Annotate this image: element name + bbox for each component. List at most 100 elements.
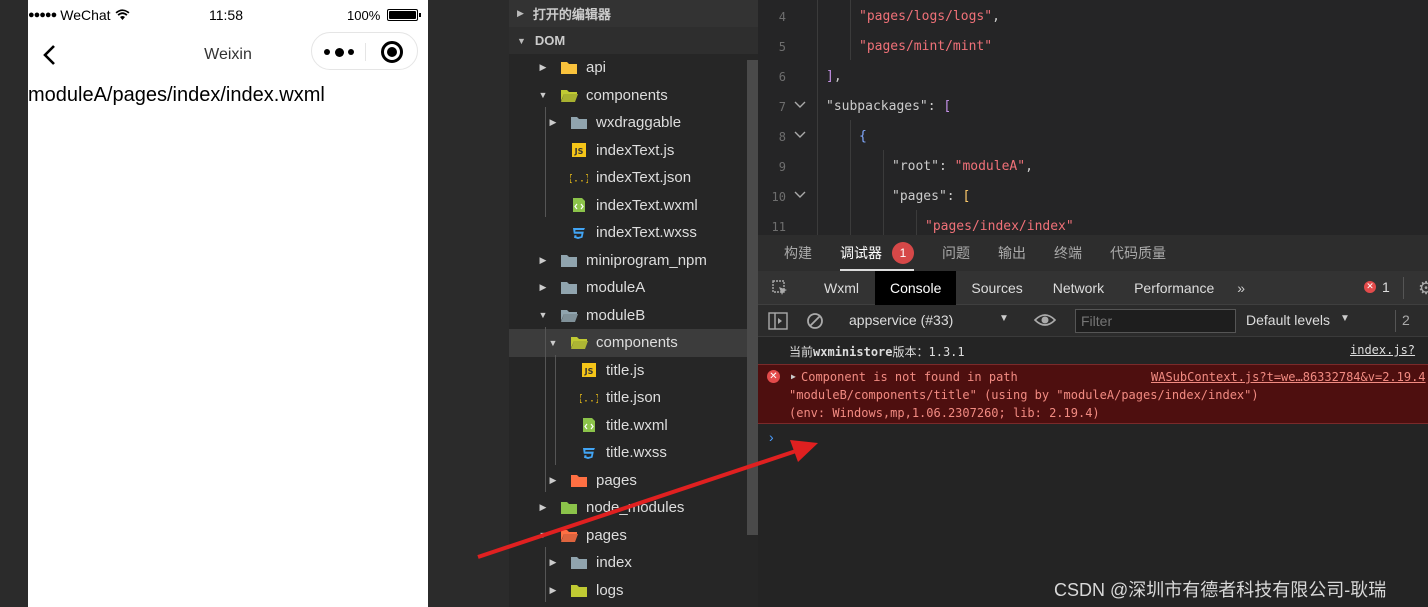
expanded-chevron-icon[interactable]: ▼ xyxy=(546,338,560,348)
tree-item[interactable]: ▶ miniprogram_npm xyxy=(509,247,758,275)
divider xyxy=(1395,310,1396,332)
tree-item[interactable]: ▶ api xyxy=(509,54,758,82)
tree-item[interactable]: ▶JStitle.js xyxy=(509,357,758,385)
collapsed-chevron-icon[interactable]: ▶ xyxy=(546,557,560,568)
code-editor[interactable]: 4 "pages/logs/logs", 5 "pages/mint/mint" 6],… xyxy=(758,0,1428,235)
tree-item[interactable]: ▶ logs xyxy=(509,577,758,605)
code-text: "root": "moduleA", xyxy=(892,159,1033,174)
carrier-name: WeChat xyxy=(60,7,111,23)
expanded-chevron-icon[interactable]: ▼ xyxy=(536,530,550,540)
indent-guide xyxy=(817,90,818,120)
code-line: 11 "pages/index/index" xyxy=(758,210,1428,235)
collapsed-chevron-icon[interactable]: ▶ xyxy=(536,282,550,293)
tree-item[interactable]: ▶{..}indexText.json xyxy=(509,164,758,192)
console-filter-input[interactable] xyxy=(1075,309,1236,333)
clear-console-icon[interactable] xyxy=(805,311,825,331)
collapsed-chevron-icon[interactable]: ▶ xyxy=(546,585,560,596)
dropdown-arrow-icon[interactable]: ▼ xyxy=(999,313,1009,324)
tree-item[interactable]: ▶indexText.wxss xyxy=(509,219,758,247)
panel-tab[interactable]: 终端 xyxy=(1054,235,1082,271)
devtools-tab[interactable]: Performance xyxy=(1119,271,1229,305)
collapsed-chevron-icon[interactable]: ▶ xyxy=(546,475,560,486)
settings-gear-icon[interactable]: ⚙ xyxy=(1418,278,1428,299)
tree-item[interactable]: ▶ wxdraggable xyxy=(509,109,758,137)
panel-tab[interactable]: 构建 xyxy=(784,235,812,271)
more-icon[interactable] xyxy=(324,45,354,59)
console-log-row: 当前wxministore版本：1.3.1 index.js? xyxy=(758,338,1428,364)
tree-item[interactable]: ▼ components xyxy=(509,82,758,110)
panel-tab[interactable]: 调试器 1 xyxy=(840,235,914,271)
line-number: 8 xyxy=(778,130,786,144)
collapsed-chevron-icon[interactable]: ▶ xyxy=(536,502,550,513)
expand-triangle-icon[interactable]: ▶ xyxy=(791,372,796,381)
tree-item[interactable]: ▼ moduleB xyxy=(509,302,758,330)
collapsed-chevron-icon[interactable]: ▶ xyxy=(536,62,550,73)
log-source-link[interactable]: index.js? xyxy=(1350,343,1415,357)
code-token: { xyxy=(859,129,867,144)
fold-chevron-icon[interactable] xyxy=(794,128,806,142)
folder-api-icon xyxy=(560,60,578,76)
log-levels-dropdown[interactable]: Default levels xyxy=(1246,312,1330,328)
error-counter[interactable]: ✕ 1 xyxy=(1364,279,1390,295)
console-prompt[interactable]: › xyxy=(769,429,774,445)
status-bar: ●●●●● WeChat 11:58 100% xyxy=(28,0,428,32)
panel-tab[interactable]: 问题 xyxy=(942,235,970,271)
live-expression-eye-icon[interactable] xyxy=(1033,312,1057,331)
folder-pages-icon xyxy=(570,472,588,488)
tree-item[interactable]: ▶ node_modules xyxy=(509,494,758,522)
error-count: 1 xyxy=(1382,279,1390,295)
tree-item-label: title.wxss xyxy=(606,444,667,462)
tree-item-label: indexText.json xyxy=(596,169,692,187)
indent-guide xyxy=(817,210,818,235)
code-token: [ xyxy=(962,189,971,204)
code-text: ], xyxy=(826,69,842,84)
tree-item[interactable]: ▶{..}title.json xyxy=(509,384,758,412)
devtools-tab[interactable]: Wxml xyxy=(802,271,875,305)
tree-item[interactable]: ▶ moduleA xyxy=(509,274,758,302)
tree-item[interactable]: ▶indexText.wxml xyxy=(509,192,758,220)
devtools-tab[interactable]: Console xyxy=(875,270,957,305)
tree-item[interactable]: ▶ pages xyxy=(509,467,758,495)
indent-guide xyxy=(545,327,546,492)
explorer-scrollbar[interactable] xyxy=(747,60,758,535)
dropdown-arrow-icon[interactable]: ▼ xyxy=(1340,313,1350,324)
issues-count[interactable]: 2 xyxy=(1402,312,1410,328)
close-miniprogram-icon[interactable] xyxy=(381,41,403,63)
file-explorer: ▶ 打开的编辑器 ▼ DOM ▶ api ▼ components ▶ wxdraggab… xyxy=(509,0,758,607)
section-label: DOM xyxy=(534,33,566,48)
more-tabs-icon[interactable]: » xyxy=(1229,280,1253,296)
tree-item[interactable]: ▼ components xyxy=(509,329,758,357)
sidebar-toggle-icon[interactable] xyxy=(768,311,788,331)
wxss-file-icon xyxy=(580,445,598,461)
code-token: "subpackages": xyxy=(826,99,944,114)
devtools-tab[interactable]: Sources xyxy=(956,271,1037,305)
indent-guide xyxy=(817,150,818,180)
panel-tab[interactable]: 代码质量 xyxy=(1110,235,1166,271)
indent-guide xyxy=(817,0,818,30)
fold-chevron-icon[interactable] xyxy=(794,188,806,202)
fold-chevron-icon[interactable] xyxy=(794,98,806,112)
inspect-element-icon[interactable] xyxy=(758,271,802,305)
tree-item[interactable]: ▶ index xyxy=(509,549,758,577)
project-section[interactable]: ▼ DOM xyxy=(509,27,758,54)
code-token: ] xyxy=(826,69,834,84)
json-file-icon: {..} xyxy=(580,390,598,406)
tree-item[interactable]: ▶title.wxml xyxy=(509,412,758,440)
collapsed-chevron-icon[interactable]: ▶ xyxy=(536,255,550,266)
expanded-chevron-icon[interactable]: ▼ xyxy=(536,90,550,100)
tree-item[interactable]: ▼ pages xyxy=(509,522,758,550)
collapsed-chevron-icon[interactable]: ▶ xyxy=(546,117,560,128)
tree-item[interactable]: ▶JSindexText.js xyxy=(509,137,758,165)
expanded-chevron-icon[interactable]: ▼ xyxy=(536,310,550,320)
code-token: , xyxy=(1025,159,1033,174)
battery-percent: 100% xyxy=(347,8,381,23)
devtools-tab[interactable]: Network xyxy=(1038,271,1119,305)
open-editors-section[interactable]: ▶ 打开的编辑器 xyxy=(509,0,758,27)
panel-tab[interactable]: 输出 xyxy=(998,235,1026,271)
indent-guide xyxy=(545,107,546,217)
tree-item[interactable]: ▶title.wxss xyxy=(509,439,758,467)
line-number: 6 xyxy=(778,70,786,84)
folder-components-icon xyxy=(560,87,578,103)
error-source-link[interactable]: WASubContext.js?t=we…86332784&v=2.19.4 xyxy=(1151,370,1426,384)
context-selector[interactable]: appservice (#33) xyxy=(849,312,953,328)
